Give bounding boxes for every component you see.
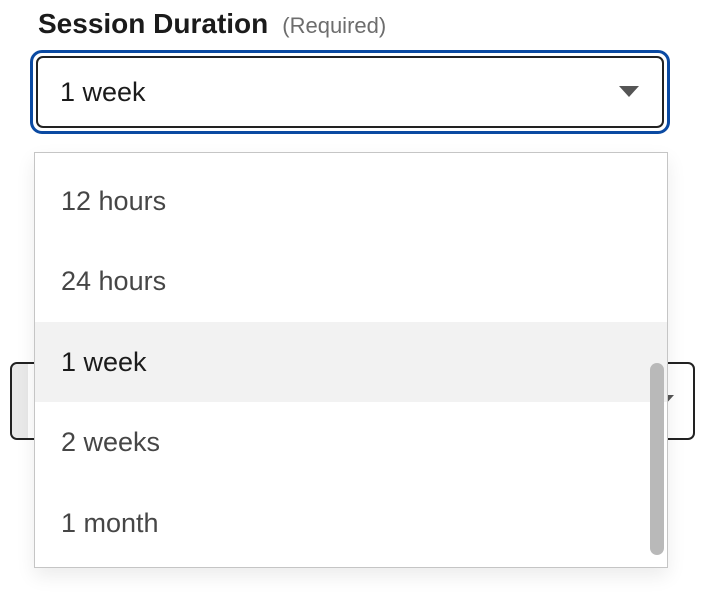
dropdown-option-1-month[interactable]: 1 month (35, 483, 667, 563)
dropdown-scrollbar[interactable] (650, 161, 664, 561)
dropdown-option-24-hours[interactable]: 24 hours (35, 241, 667, 321)
dropdown-option-12-hours[interactable]: 12 hours (35, 161, 667, 241)
select-current-value: 1 week (60, 77, 146, 108)
session-duration-select[interactable]: 1 week (30, 50, 670, 134)
dropdown-option-2-weeks[interactable]: 2 weeks (35, 402, 667, 482)
field-label: Session Duration (38, 8, 268, 40)
dropdown-option-1-week[interactable]: 1 week (35, 322, 667, 402)
dropdown-options-list: 12 hours 24 hours 1 week 2 weeks 1 month (35, 153, 667, 567)
required-hint: (Required) (282, 13, 386, 39)
session-duration-dropdown: 12 hours 24 hours 1 week 2 weeks 1 month (34, 152, 668, 568)
dropdown-scrollbar-thumb[interactable] (650, 363, 664, 555)
chevron-down-icon (618, 85, 640, 99)
field-label-row: Session Duration (Required) (38, 8, 702, 40)
background-select-left-edge (12, 364, 28, 438)
